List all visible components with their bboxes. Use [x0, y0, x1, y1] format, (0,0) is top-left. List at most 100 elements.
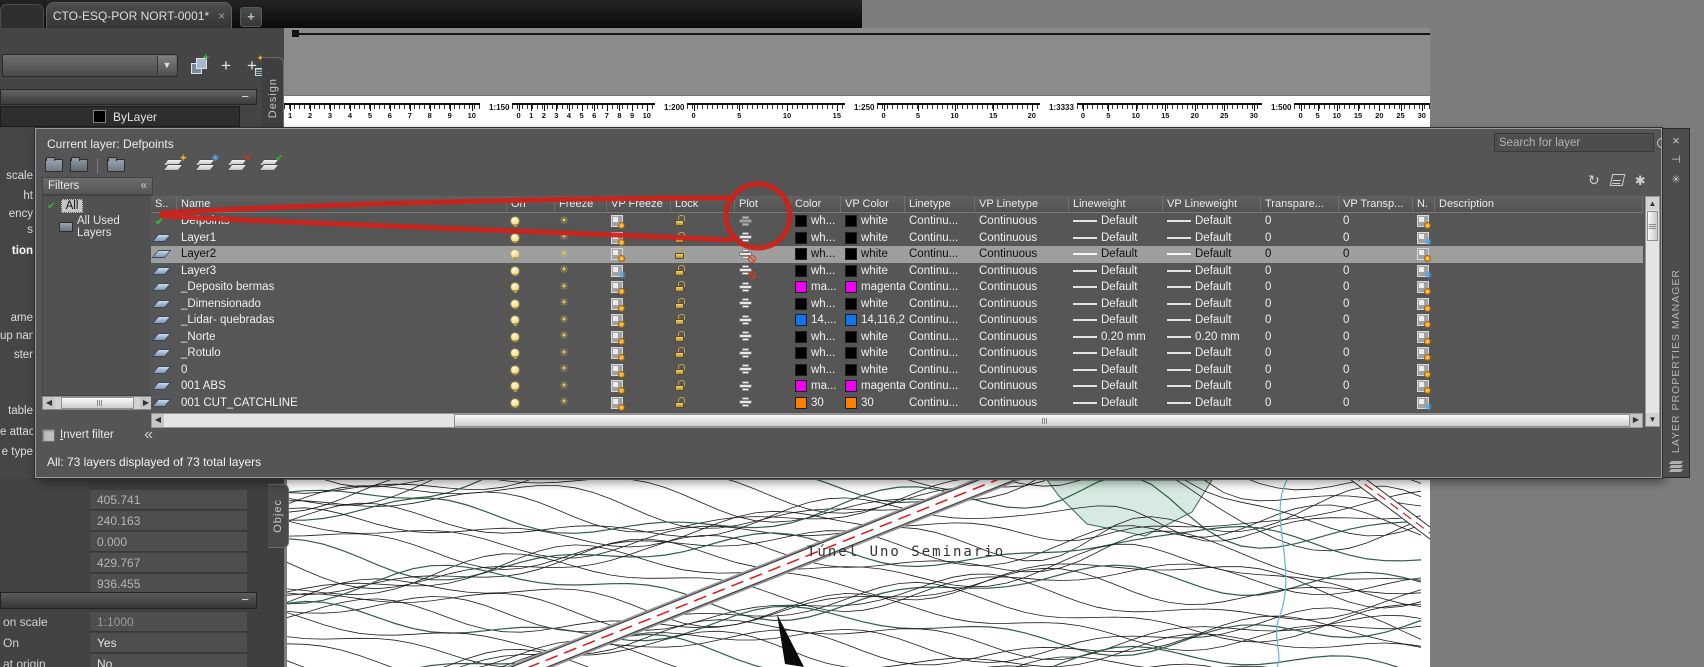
new-vp-freeze-icon[interactable] — [1417, 215, 1431, 230]
property-value[interactable]: 1:1000 — [90, 612, 247, 632]
on-cell[interactable] — [507, 213, 555, 230]
freeze-cell[interactable]: ☀ — [555, 279, 607, 296]
freeze-sun-icon[interactable]: ☀ — [559, 314, 569, 326]
lock-cell[interactable] — [671, 279, 735, 296]
unlock-icon[interactable] — [675, 314, 685, 326]
transparency-cell[interactable]: 0 — [1261, 395, 1339, 412]
scroll-up-icon[interactable]: ▲ — [1646, 197, 1659, 210]
property-value[interactable]: 936.455 — [90, 574, 247, 594]
transparency-cell[interactable]: 0 — [1261, 279, 1339, 296]
desc-cell[interactable] — [1435, 279, 1643, 296]
unlock-icon[interactable] — [675, 297, 685, 310]
plot-printer-icon[interactable] — [739, 314, 752, 326]
vp_lineweight-cell[interactable]: Default — [1163, 345, 1261, 362]
layer-on-bulb-icon[interactable] — [511, 382, 519, 392]
property-value[interactable]: No — [90, 654, 247, 667]
name-cell[interactable]: _Lidar- quebradas — [177, 312, 507, 329]
on-cell[interactable] — [507, 246, 555, 263]
layer-on-bulb-icon[interactable] — [511, 250, 519, 260]
linetype-cell[interactable]: Continu... — [905, 246, 975, 263]
vp_linetype-cell[interactable]: Continuous — [975, 263, 1069, 280]
lock-cell[interactable] — [671, 312, 735, 329]
filter-item-all-used-layers[interactable]: All Used Layers — [59, 215, 152, 239]
vp_color-cell[interactable]: white — [841, 345, 905, 362]
select-similar-button[interactable]: + ✦ — [240, 53, 265, 77]
lineweight-cell[interactable]: 0.20 mm — [1069, 329, 1163, 346]
unlock-icon[interactable] — [675, 215, 685, 227]
plot-printer-icon[interactable] — [739, 347, 752, 359]
vp_freeze-cell[interactable] — [607, 395, 671, 412]
color-cell[interactable]: wh... — [791, 213, 841, 230]
name-cell[interactable]: 0 — [177, 362, 507, 379]
new-tab-button[interactable]: + — [240, 7, 262, 27]
column-header-linetype[interactable]: Linetype — [905, 196, 975, 213]
vp-freeze-icon[interactable] — [611, 396, 625, 411]
refresh-icon[interactable]: ↻ — [1588, 173, 1600, 187]
close-icon[interactable]: × — [1663, 133, 1689, 148]
plot-cell[interactable] — [735, 263, 791, 279]
freeze-sun-icon[interactable]: ☀ — [559, 364, 569, 375]
lock-cell[interactable] — [671, 378, 735, 395]
column-header-desc[interactable]: Description — [1435, 196, 1643, 213]
vp_color-cell[interactable]: white — [841, 329, 905, 346]
collapse-minus-icon[interactable]: − — [241, 90, 249, 104]
layer-row[interactable]: Layer2 ☀ wh... white Continu... Continuous Def… — [151, 246, 1643, 263]
property-value[interactable]: 429.767 — [90, 553, 247, 573]
pin-icon[interactable]: ⊣ — [1663, 153, 1689, 166]
layer-search-box[interactable] — [1494, 133, 1667, 152]
vp-freeze-icon[interactable] — [611, 297, 625, 312]
set-current-layer-button[interactable]: ✔ — [258, 153, 283, 173]
customize-columns-icon[interactable] — [1609, 174, 1626, 186]
vp_linetype-cell[interactable]: Continuous — [975, 312, 1069, 329]
linetype-cell[interactable]: Continu... — [905, 312, 975, 329]
color-swatch[interactable] — [795, 330, 807, 343]
vp_linetype-cell[interactable]: Continuous — [975, 279, 1069, 296]
lock-cell[interactable] — [671, 230, 735, 247]
vp-freeze-icon[interactable] — [611, 248, 625, 263]
new_vp-cell[interactable] — [1413, 312, 1435, 329]
color-swatch[interactable] — [845, 231, 857, 244]
column-header-freeze[interactable]: Freeze — [555, 196, 607, 213]
name-cell[interactable]: Layer2 — [177, 246, 507, 263]
vp-freeze-icon[interactable] — [611, 314, 625, 329]
new_vp-cell[interactable]: ✳ — [1413, 263, 1435, 279]
vp-freeze-icon[interactable] — [611, 380, 625, 395]
color-swatch[interactable] — [845, 281, 857, 294]
tab-close-icon[interactable]: × — [218, 10, 225, 22]
plot-cell[interactable] — [735, 230, 791, 247]
name-cell[interactable]: Defpoints — [177, 213, 507, 230]
lineweight-cell[interactable]: Default — [1069, 312, 1163, 329]
linetype-cell[interactable]: Continu... — [905, 362, 975, 379]
vp_transparency-cell[interactable]: 0 — [1339, 230, 1413, 247]
freeze-sun-icon[interactable]: ☀ — [559, 298, 569, 309]
color-cell[interactable]: wh... — [791, 362, 841, 379]
name-cell[interactable]: _Dimensionado — [177, 296, 507, 313]
lock-cell[interactable] — [671, 362, 735, 379]
lineweight-cell[interactable]: Default — [1069, 395, 1163, 412]
transparency-cell[interactable]: 0 — [1261, 329, 1339, 346]
select-objects-button[interactable]: + — [186, 52, 210, 77]
status-cell[interactable] — [151, 329, 177, 346]
layer-on-bulb-icon[interactable] — [511, 217, 519, 227]
new-vp-freeze-icon[interactable] — [1417, 363, 1431, 378]
linetype-cell[interactable]: Continu... — [905, 279, 975, 296]
layer-row[interactable]: ✔ Defpoints ☀ wh... white Continu... Continuou… — [151, 213, 1643, 230]
layer-on-bulb-icon[interactable] — [511, 332, 519, 343]
plot-cell[interactable] — [735, 213, 791, 230]
on-cell[interactable] — [507, 329, 555, 346]
name-cell[interactable]: Layer3 — [177, 263, 507, 280]
name-cell[interactable]: _Norte — [177, 329, 507, 346]
desc-cell[interactable] — [1435, 312, 1643, 329]
quick-select-button[interactable]: + — [214, 53, 238, 77]
collapse-minus-icon[interactable]: − — [241, 593, 249, 607]
on-cell[interactable] — [507, 345, 555, 362]
plot-printer-icon[interactable] — [739, 281, 752, 293]
linetype-cell[interactable]: Continu... — [905, 345, 975, 362]
name-cell[interactable]: 001 CUT_CATCHLINE — [177, 395, 507, 412]
property-value[interactable]: 0.000 — [90, 532, 247, 552]
vp_color-cell[interactable]: 14,116,2... — [841, 312, 905, 329]
color-cell[interactable]: 14,... — [791, 312, 841, 329]
color-swatch[interactable] — [845, 248, 857, 261]
lock-cell[interactable] — [671, 345, 735, 362]
vp_freeze-cell[interactable] — [607, 213, 671, 230]
